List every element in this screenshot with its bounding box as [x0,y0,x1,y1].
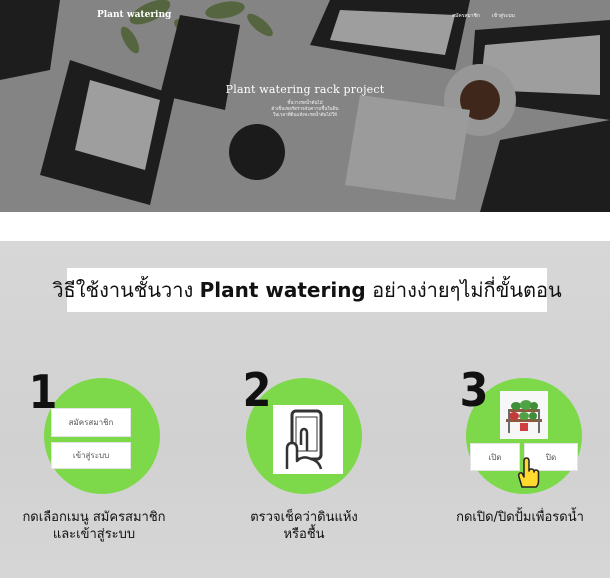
step-circle [44,378,160,494]
login-button[interactable]: เข้าสู่ระบบ [52,443,130,468]
step-caption-line: กดเปิด/ปิดปั้มเพื่อรดน้ำ [456,510,584,525]
plant-rack-icon [500,391,548,439]
hero-description-line: ในเวลาที่ดินแห้งจะรดน้ำต้นไม้ให้ [272,113,338,118]
hero-description: ชั้นวางรดน้ำต้นไม้ ตัวเซ็นเซอร์ตรวจจับคว… [0,101,610,119]
hero-banner: Plant watering สมัครสมาชิก เข้าสู่ระบบ P… [0,0,610,212]
step-number: 2 [242,363,272,417]
step-caption-line: ตรวจเช็คว่าดินแห้ง [250,510,358,525]
hero-title: Plant watering rack project [225,83,385,96]
how-to-section: วิธีใช้งานชั้นวาง Plant watering อย่างง่… [0,241,610,578]
step-number: 3 [459,363,489,417]
how-to-headline: วิธีใช้งานชั้นวาง Plant watering อย่างง่… [52,268,562,312]
step-caption: ตรวจเช็คว่าดินแห้ง หรือชื้น [216,509,392,543]
site-brand-logo[interactable]: Plant watering [97,10,171,20]
phone-touch-icon [273,405,343,474]
headline-text-pre: วิธีใช้งานชั้นวาง [52,278,194,302]
step-caption-line: หรือชื้น [283,527,325,542]
step-caption-line: กดเลือกเมนู สมัครสมาชิก [22,510,166,525]
step-caption-line: และเข้าสู่ระบบ [52,527,136,542]
nav-link-register[interactable]: สมัครสมาชิก [452,12,480,20]
step-caption: กดเลือกเมนู สมัครสมาชิก และเข้าสู่ระบบ [6,509,182,543]
register-button[interactable]: สมัครสมาชิก [52,409,130,436]
nav-link-login[interactable]: เข้าสู่ระบบ [492,12,515,20]
headline-text-post: อย่างง่ายๆไม่กี่ขั้นตอน [372,278,562,302]
pump-on-button[interactable]: เปิด [471,444,519,470]
top-navigation: สมัครสมาชิก เข้าสู่ระบบ [452,12,515,20]
step-caption: กดเปิด/ปิดปั้มเพื่อรดน้ำ [432,509,608,526]
headline-brand: Plant watering [199,278,366,302]
hand-pointer-icon [514,457,540,489]
